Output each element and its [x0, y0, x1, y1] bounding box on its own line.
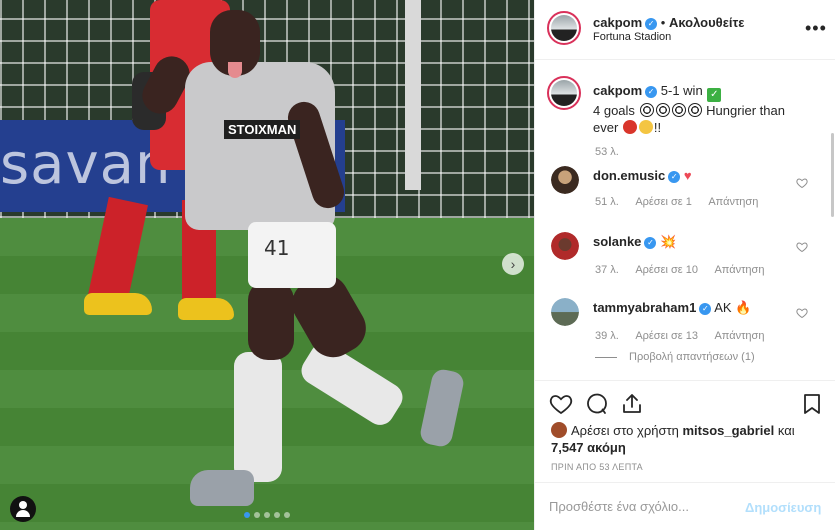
carousel-dot	[284, 512, 290, 518]
commenter-avatar[interactable]	[551, 298, 579, 326]
comment-meta: 51 λ. Αρέσει σε 1 Απάντηση	[595, 196, 772, 208]
like-heart-icon[interactable]	[549, 392, 573, 416]
fire-emoji-icon: 🔥	[735, 300, 752, 315]
post-sidebar: cakpom ✓ • Ακολουθείτε Fortuna Stadion ••…	[534, 0, 835, 530]
view-replies-label: Προβολή απαντήσεων (1)	[629, 351, 755, 363]
liker-avatar[interactable]	[551, 422, 567, 438]
likes-prefix: Αρέσει στο χρήστη	[571, 423, 679, 438]
shirt-sponsor: STOIXMAN	[224, 120, 301, 139]
comment-text: AK	[714, 300, 732, 315]
comment-time: 37 λ.	[595, 264, 619, 276]
verified-badge-icon: ✓	[645, 86, 658, 98]
caption: cakpom ✓ 5-1 win ✓ 4 goals Hungrier than …	[593, 82, 785, 136]
likes-summary: Αρέσει στο χρήστη mitsos_gabriel και 7,5…	[551, 422, 821, 456]
caption-time: 53 λ.	[595, 146, 633, 158]
follow-button[interactable]: Ακολουθείτε	[669, 15, 745, 30]
goalkeeper-boot	[178, 298, 234, 320]
comment-time: 39 λ.	[595, 330, 619, 342]
divider	[595, 356, 617, 358]
soccer-ball-emoji-icon	[671, 103, 686, 117]
advertising-board-text: savan	[0, 132, 172, 197]
carousel-dot	[254, 512, 260, 518]
soccer-ball-emoji-icon	[655, 103, 670, 117]
caption-line3-suffix: !!	[653, 120, 662, 135]
comments-list[interactable]: cakpom ✓ 5-1 win ✓ 4 goals Hungrier than …	[535, 61, 835, 380]
header-user-line: cakpom ✓ • Ακολουθείτε	[593, 15, 744, 30]
carousel-dot	[274, 512, 280, 518]
player-tongue	[228, 62, 242, 78]
comment: solanke ✓ 💥	[593, 233, 676, 250]
comment-username[interactable]: don.emusic	[593, 168, 665, 183]
comment-bubble-icon[interactable]	[585, 392, 609, 416]
like-comment-heart-icon[interactable]	[796, 307, 808, 319]
player-leg	[248, 280, 294, 360]
goalkeeper-boot	[84, 293, 152, 315]
comment-input[interactable]	[549, 496, 749, 516]
username-link[interactable]: cakpom	[593, 15, 642, 30]
location-link[interactable]: Fortuna Stadion	[593, 31, 671, 43]
comment-likes[interactable]: Αρέσει σε 1	[635, 196, 692, 208]
grimacing-face-emoji-icon	[638, 120, 653, 134]
post-header: cakpom ✓ • Ακολουθείτε Fortuna Stadion ••…	[535, 0, 835, 60]
next-slide-button[interactable]: ›	[502, 253, 524, 275]
verified-badge-icon: ✓	[668, 171, 681, 183]
caption-line2-suffix: Hungrier than	[706, 103, 785, 118]
view-replies-button[interactable]: Προβολή απαντήσεων (1)	[595, 351, 755, 363]
bookmark-icon[interactable]	[800, 392, 824, 416]
verified-badge-icon: ✓	[645, 18, 658, 30]
reply-button[interactable]: Απάντηση	[708, 196, 758, 208]
comment-username[interactable]: tammyabraham1	[593, 300, 696, 315]
likes-and: και	[777, 423, 795, 438]
comment-likes[interactable]: Αρέσει σε 10	[635, 264, 698, 276]
chevron-right-icon: ›	[510, 256, 516, 272]
check-mark-emoji-icon: ✓	[707, 88, 722, 102]
more-options-icon[interactable]: •••	[805, 18, 827, 39]
comment-likes[interactable]: Αρέσει σε 13	[635, 330, 698, 342]
post-photo[interactable]: savan STOIXMAN 41 ›	[0, 0, 534, 530]
like-comment-heart-icon[interactable]	[796, 241, 808, 253]
post-comment-button[interactable]: Δημοσίευση	[745, 500, 821, 515]
verified-badge-icon: ✓	[699, 303, 712, 315]
caption-timestamp: 53 λ.	[595, 146, 619, 158]
commenter-avatar[interactable]	[551, 232, 579, 260]
comment-meta: 39 λ. Αρέσει σε 13 Απάντηση	[595, 330, 778, 342]
soccer-ball-emoji-icon	[687, 103, 702, 117]
scrollbar[interactable]	[831, 133, 834, 217]
like-comment-heart-icon[interactable]	[796, 177, 808, 189]
carousel-dot	[264, 512, 270, 518]
post-timestamp[interactable]: ΠΡΙΝ ΑΠΟ 53 ΛΕΠΤΑ	[551, 462, 643, 472]
heart-emoji-icon: ♥	[683, 168, 692, 183]
comment-meta: 37 λ. Αρέσει σε 10 Απάντηση	[595, 264, 778, 276]
likes-count[interactable]: 7,547 ακόμη	[551, 440, 626, 455]
caption-line1: 5-1 win	[660, 83, 703, 98]
caption-avatar[interactable]	[547, 76, 581, 110]
soccer-ball-emoji-icon	[639, 103, 654, 117]
comment-username[interactable]: solanke	[593, 234, 641, 249]
comment: tammyabraham1 ✓ AK 🔥	[593, 299, 751, 316]
player-boot	[190, 470, 254, 506]
avatar[interactable]	[547, 11, 581, 45]
angry-face-emoji-icon	[622, 120, 637, 134]
carousel-dot	[244, 512, 250, 518]
caption-line3-start: ever	[593, 120, 619, 135]
reply-button[interactable]: Απάντηση	[714, 264, 764, 276]
user-tag-icon[interactable]	[10, 496, 36, 522]
reply-button[interactable]: Απάντηση	[714, 330, 764, 342]
separator: •	[660, 15, 666, 30]
player-sock	[234, 352, 282, 482]
liker-username[interactable]: mitsos_gabriel	[682, 423, 774, 438]
player-shorts	[248, 222, 336, 288]
caption-line2: 4 goals	[593, 103, 635, 118]
carousel-indicator	[244, 512, 290, 518]
collision-emoji-icon: 💥	[660, 234, 677, 249]
comment-time: 51 λ.	[595, 196, 619, 208]
shorts-number: 41	[264, 236, 290, 260]
comment: don.emusic ✓ ♥	[593, 167, 692, 184]
verified-badge-icon: ✓	[644, 237, 657, 249]
commenter-avatar[interactable]	[551, 166, 579, 194]
share-icon[interactable]	[620, 392, 644, 416]
caption-username[interactable]: cakpom	[593, 83, 642, 98]
goal-post	[405, 0, 421, 190]
